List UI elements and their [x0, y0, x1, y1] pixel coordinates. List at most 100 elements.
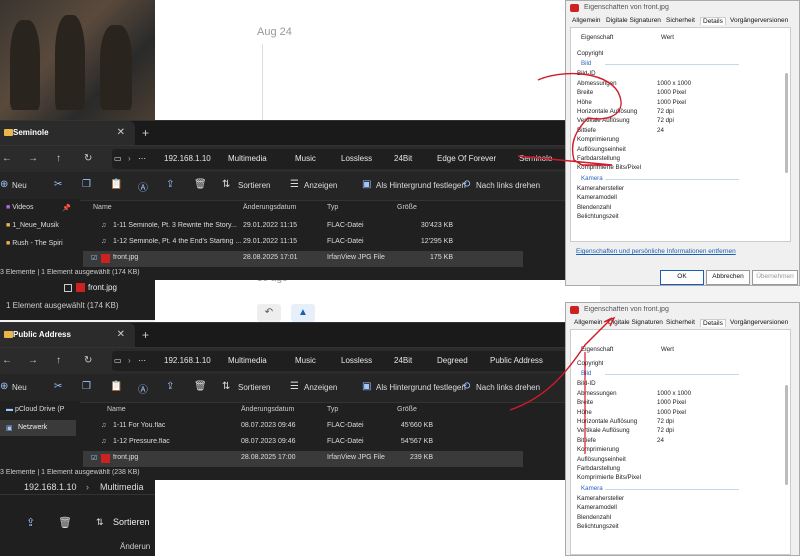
- crumb-music[interactable]: Music: [295, 154, 316, 163]
- new-tab-icon[interactable]: +: [142, 328, 149, 342]
- column-header-date[interactable]: Änderungsdatum: [241, 406, 294, 413]
- set-background-button[interactable]: Als Hintergrund festlegen: [376, 181, 466, 190]
- rename-icon[interactable]: Ⓐ: [138, 179, 148, 194]
- remove-properties-link[interactable]: Eigenschaften und persönliche Informatio…: [576, 248, 736, 255]
- crumb-public-address[interactable]: Public Address: [490, 356, 543, 365]
- column-header-date[interactable]: Änderun: [120, 542, 150, 551]
- crumb-24bit[interactable]: 24Bit: [394, 356, 412, 365]
- property-name[interactable]: Komprimierte Bits/Pixel: [577, 164, 641, 171]
- sort-button[interactable]: Sortieren: [113, 517, 150, 527]
- tab-digitale-signaturen[interactable]: Digitale Signaturen: [606, 17, 661, 24]
- checkbox-checked-icon[interactable]: ☑: [91, 254, 97, 262]
- checkbox-checked-icon[interactable]: ☑: [91, 454, 97, 462]
- paste-icon[interactable]: 📋: [110, 381, 122, 392]
- property-name[interactable]: Breite: [577, 89, 593, 96]
- property-name[interactable]: Blendenzahl: [577, 514, 611, 521]
- table-row-selected[interactable]: ☑ front.jpg 28.08.2025 17:00 IrfanView J…: [83, 451, 523, 467]
- refresh-icon[interactable]: ↻: [84, 153, 92, 164]
- sidebar-item-pcloud[interactable]: ▬ pCloud Drive (P: [6, 406, 64, 413]
- back-icon[interactable]: ←: [2, 153, 12, 164]
- view-button[interactable]: Anzeigen: [304, 181, 337, 190]
- column-header-value[interactable]: Wert: [661, 34, 674, 41]
- property-name[interactable]: Blendenzahl: [577, 204, 611, 211]
- property-name[interactable]: Kamerahersteller: [577, 495, 624, 502]
- delete-icon[interactable]: 🗑: [194, 381, 207, 392]
- table-row[interactable]: ♫ 1-11 For You.flac 08.07.2023 09:46 FLA…: [83, 419, 523, 435]
- property-name[interactable]: Copyright: [577, 360, 603, 367]
- rotate-left-button[interactable]: Nach links drehen: [476, 383, 540, 392]
- tab-sicherheit[interactable]: Sicherheit: [666, 319, 695, 326]
- property-name[interactable]: Abmessungen: [577, 80, 617, 87]
- lower-crumb-multimedia[interactable]: Multimedia: [100, 482, 144, 492]
- sidebar-item-netzwerk[interactable]: ▣ Netzwerk: [0, 420, 76, 436]
- new-button[interactable]: Neu: [12, 181, 27, 190]
- notification-icon[interactable]: ▲: [291, 304, 315, 322]
- column-header-property[interactable]: Eigenschaft: [581, 346, 613, 353]
- view-button[interactable]: Anzeigen: [304, 383, 337, 392]
- property-name[interactable]: Horizontale Auflösung: [577, 108, 637, 115]
- column-header-size[interactable]: Größe: [397, 204, 417, 211]
- scrollbar[interactable]: [785, 73, 788, 173]
- back-icon[interactable]: ←: [2, 355, 12, 366]
- cut-icon[interactable]: ✂: [54, 381, 62, 392]
- sidebar-item-rush[interactable]: ■ Rush - The Spiri: [6, 240, 63, 247]
- table-row[interactable]: ♫ 1-12 Seminole, Pt. 4 the End's Startin…: [83, 235, 523, 251]
- column-header-date[interactable]: Änderungsdatum: [243, 204, 296, 211]
- property-name[interactable]: Kamerahersteller: [577, 185, 624, 192]
- tab-seminole[interactable]: Seminole ✕: [0, 121, 135, 145]
- rotate-left-button[interactable]: Nach links drehen: [476, 181, 540, 190]
- close-icon[interactable]: ✕: [117, 329, 125, 340]
- crumb-lossless[interactable]: Lossless: [341, 356, 372, 365]
- property-name[interactable]: Bittiefe: [577, 127, 596, 134]
- property-name[interactable]: Vertikale Auflösung: [577, 117, 630, 124]
- share-icon[interactable]: ⇪: [166, 179, 174, 190]
- more-icon[interactable]: ⋯: [138, 154, 146, 163]
- breadcrumb[interactable]: ▭ › ⋯ 192.168.1.10 Multimedia Music Loss…: [112, 149, 590, 169]
- ok-button[interactable]: OK: [660, 270, 704, 285]
- property-name[interactable]: Vertikale Auflösung: [577, 427, 630, 434]
- crumb-edge-of-forever[interactable]: Edge Of Forever: [437, 154, 496, 163]
- tab-allgemein[interactable]: Allgemein: [574, 319, 603, 326]
- tab-details[interactable]: Details: [700, 17, 726, 25]
- share-icon[interactable]: ⇪: [166, 381, 174, 392]
- copy-icon[interactable]: ❐: [82, 179, 91, 190]
- sort-button[interactable]: Sortieren: [238, 383, 270, 392]
- tab-digitale-signaturen[interactable]: Digitale Signaturen: [608, 319, 663, 326]
- property-name[interactable]: Höhe: [577, 409, 592, 416]
- tab-vorgaengerversionen[interactable]: Vorgängerversionen: [730, 319, 788, 326]
- column-header-name[interactable]: Name: [93, 204, 112, 211]
- table-row[interactable]: ♫ 1-12 Pressure.flac 08.07.2023 09:46 FL…: [83, 435, 523, 451]
- cancel-button[interactable]: Abbrechen: [706, 270, 750, 285]
- crumb-music[interactable]: Music: [295, 356, 316, 365]
- property-name[interactable]: Bittiefe: [577, 437, 596, 444]
- property-name[interactable]: Farbdarstellung: [577, 465, 620, 472]
- property-name[interactable]: Komprimierung: [577, 446, 619, 453]
- paste-icon[interactable]: 📋: [110, 179, 122, 190]
- lower-crumb-ip[interactable]: 192.168.1.10: [24, 482, 77, 492]
- property-name[interactable]: Farbdarstellung: [577, 155, 620, 162]
- up-icon[interactable]: ↑: [56, 153, 61, 164]
- column-header-type[interactable]: Typ: [327, 204, 338, 211]
- share-icon[interactable]: ⇪: [26, 516, 35, 529]
- property-name[interactable]: Copyright: [577, 50, 603, 57]
- column-header-type[interactable]: Typ: [327, 406, 338, 413]
- column-header-value[interactable]: Wert: [661, 346, 674, 353]
- sidebar-item-videos[interactable]: ■ Videos: [6, 204, 33, 211]
- property-name[interactable]: Auflösungseinheit: [577, 146, 626, 153]
- property-name[interactable]: Kameramodell: [577, 194, 617, 201]
- set-background-button[interactable]: Als Hintergrund festlegen: [376, 383, 466, 392]
- crumb-24bit[interactable]: 24Bit: [394, 154, 412, 163]
- crumb-lossless[interactable]: Lossless: [341, 154, 372, 163]
- refresh-icon[interactable]: ↻: [84, 355, 92, 366]
- crumb-multimedia[interactable]: Multimedia: [228, 356, 267, 365]
- crumb-degreed[interactable]: Degreed: [437, 356, 468, 365]
- new-tab-icon[interactable]: +: [142, 126, 149, 140]
- close-icon[interactable]: ✕: [117, 127, 125, 138]
- sort-button[interactable]: Sortieren: [238, 181, 270, 190]
- apply-button[interactable]: Übernehmen: [752, 270, 798, 285]
- breadcrumb[interactable]: ▭ › ⋯ 192.168.1.10 Multimedia Music Loss…: [112, 351, 590, 371]
- property-name[interactable]: Höhe: [577, 99, 592, 106]
- property-name[interactable]: Auflösungseinheit: [577, 456, 626, 463]
- forward-icon[interactable]: →: [28, 153, 38, 164]
- forward-icon[interactable]: →: [28, 355, 38, 366]
